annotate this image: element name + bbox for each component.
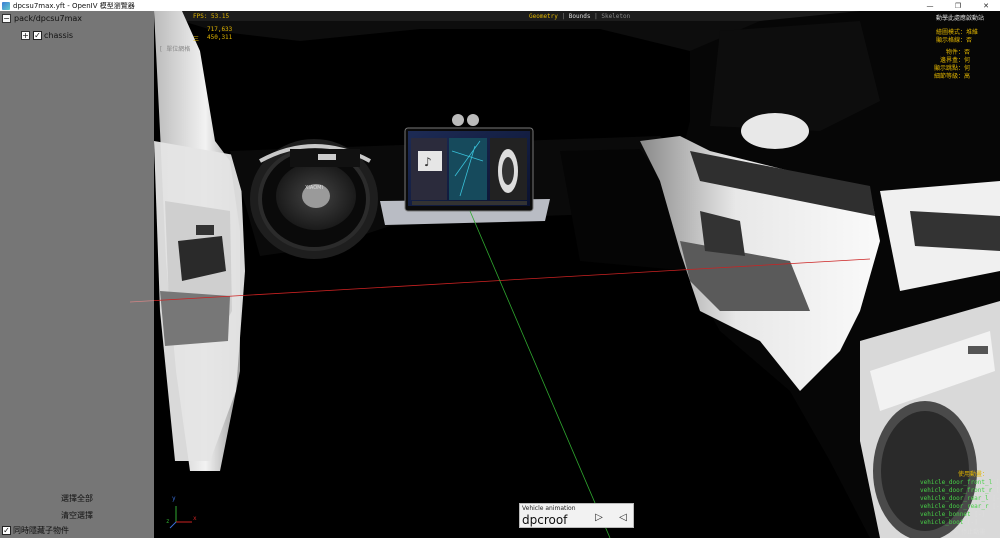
stat-polygons: 450,311 xyxy=(207,34,233,41)
mode-separator-2: | xyxy=(594,13,598,20)
window-titlebar: dpcsu7max.yft - OpenIV 模型瀏覽器 — ❐ ✕ xyxy=(0,0,1000,11)
tree-item-root[interactable]: − pack/dpcsu7max xyxy=(2,14,82,23)
anim-toggle[interactable]: [-] xyxy=(992,503,1000,510)
maximize-button[interactable]: ❐ xyxy=(944,0,972,11)
stop-animation[interactable]: ⊙ 停止動畫 xyxy=(954,527,985,536)
mode-separator: | xyxy=(561,13,566,20)
anim-row-label: vehicle_door_front_r xyxy=(920,487,993,494)
anim-row[interactable]: vehicle_door_rear_l [-] xyxy=(920,495,1000,502)
anim-row[interactable]: vehicle_bonnet [-] xyxy=(920,511,985,518)
tree-item-chassis[interactable]: + ✓ chassis xyxy=(21,31,73,40)
hide-children-checkbox[interactable]: ✓ xyxy=(2,526,11,535)
display-grid-label: 顯示格線： xyxy=(936,37,967,44)
display-grid-value: 否 xyxy=(966,37,973,44)
anim-row-label: vehicle_door_rear_r xyxy=(920,503,989,510)
select-all-button[interactable]: 選擇全部 xyxy=(0,491,154,505)
expand-icon[interactable]: + xyxy=(21,31,30,40)
render-mode-tabs: Geometry | Bounds | Skeleton xyxy=(529,13,630,20)
anim-row[interactable]: vehicle_door_front_l [-] xyxy=(920,479,1000,486)
window-title: dpcsu7max.yft - OpenIV 模型瀏覽器 xyxy=(13,1,135,10)
clear-selection-button[interactable]: 清空選擇 xyxy=(0,508,154,522)
mode-skeleton[interactable]: Skeleton xyxy=(601,13,630,20)
anim-toggle[interactable]: [-] xyxy=(996,487,1000,494)
minimize-button[interactable]: — xyxy=(916,0,944,11)
anim-header: 使用動畫： xyxy=(958,471,989,478)
chassis-visibility-checkbox[interactable]: ✓ xyxy=(33,31,42,40)
vehicle-animation-label: Vehicle animation xyxy=(522,505,576,512)
anim-toggle[interactable]: [-] xyxy=(967,519,978,526)
stat-vertices: 717,633 xyxy=(207,26,233,33)
mode-geometry[interactable]: Geometry xyxy=(529,13,558,20)
stat-prefix: 三 xyxy=(193,36,200,43)
play-icon[interactable]: ▷ xyxy=(593,511,605,523)
anim-row-label: vehicle_door_front_l xyxy=(920,479,993,486)
prop-label: 細節等級： xyxy=(934,73,965,80)
anim-row[interactable]: vehicle_door_rear_r [-] xyxy=(920,503,1000,510)
fps-counter: FPS: 53.15 xyxy=(193,13,230,20)
prop-value: 高 xyxy=(964,73,971,80)
mode-bounds[interactable]: Bounds xyxy=(569,13,591,20)
vehicle-animation-name[interactable]: dpcroof xyxy=(522,513,567,527)
svg-text:♪: ♪ xyxy=(424,155,432,169)
reverse-icon[interactable]: ◁ xyxy=(617,511,629,523)
scene-tree-panel xyxy=(0,11,154,538)
gizmo-axis-y-label: y xyxy=(172,495,176,502)
gizmo-axis-x-label: x xyxy=(193,515,197,522)
gizmo-axis-z-label: z xyxy=(166,518,170,525)
top-right-hint: 動學此處應啟動站 xyxy=(936,15,985,22)
anim-toggle[interactable]: [-] xyxy=(996,479,1000,486)
svg-text:XIAOMI: XIAOMI xyxy=(305,185,323,191)
camera-hint: [ 單位網格 xyxy=(159,46,191,53)
tree-item-chassis-label: chassis xyxy=(44,31,74,40)
anim-row[interactable]: vehicle_door_front_r [-] xyxy=(920,487,1000,494)
display-grid-row: 顯示格線：否 xyxy=(936,35,972,44)
hide-children-option[interactable]: ✓ 同時隱藏子物件 xyxy=(2,525,69,536)
anim-row[interactable]: vehicle_boot [-] xyxy=(920,519,978,526)
hide-children-label: 同時隱藏子物件 xyxy=(13,526,69,535)
prop-row-3: 細節等級：高 xyxy=(934,71,970,80)
anim-row-label: vehicle_bonnet xyxy=(920,511,971,518)
close-button[interactable]: ✕ xyxy=(972,0,1000,11)
anim-row-label: vehicle_door_rear_l xyxy=(920,495,989,502)
app-icon xyxy=(2,1,10,10)
vehicle-animation-panel: Vehicle animation dpcroof ▷ ◁ xyxy=(519,503,634,528)
collapse-icon[interactable]: − xyxy=(2,14,11,23)
anim-toggle[interactable]: [-] xyxy=(974,511,985,518)
anim-row-label: vehicle_boot xyxy=(920,519,964,526)
tree-item-root-label: pack/dpcsu7max xyxy=(14,14,83,23)
anim-toggle[interactable]: [-] xyxy=(992,495,1000,502)
